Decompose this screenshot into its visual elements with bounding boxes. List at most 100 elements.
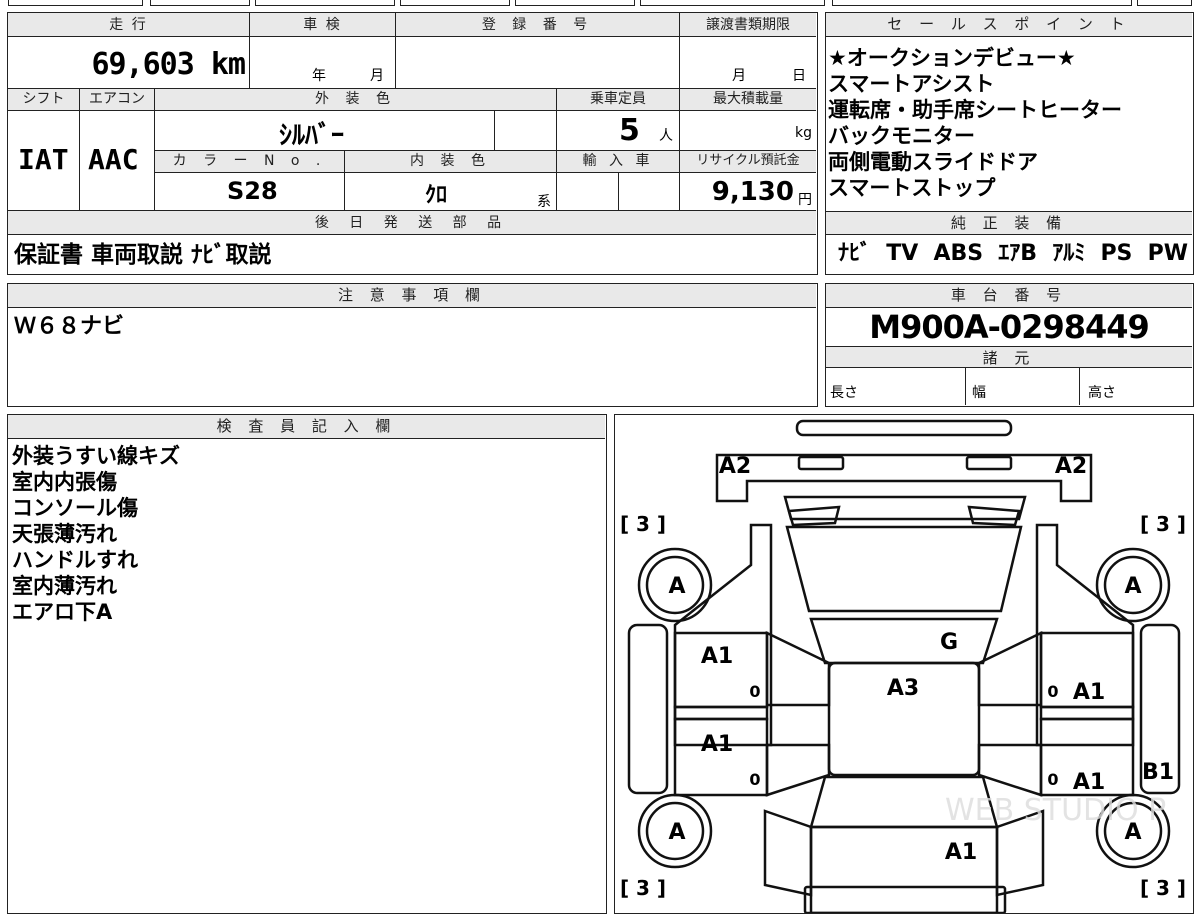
inspector-note-item: 天張薄汚れ [12, 522, 117, 546]
max-load-cell: kg [680, 111, 816, 151]
mark-front-left-corner: A2 [719, 454, 751, 479]
shift-cell: IAT [8, 111, 80, 211]
sales-point-item: 運転席・助手席シートヒーター [828, 98, 1122, 122]
mark-windshield: G [940, 630, 958, 655]
aircon-cell: AAC [80, 111, 155, 211]
sales-points-panel: セ ー ル ス ポ イ ン ト ★オークションデビュー★ スマートアシスト 運転席・… [825, 12, 1194, 275]
top-strip-cell [515, 0, 635, 6]
transfer-month: 月 [732, 68, 746, 84]
car-diagram: A2 A2A AA AGA3A1A1A1A1 B1A10000[ 3 ][ 3 ][ 3… [620, 419, 1186, 915]
equipment-item: ABS [933, 241, 984, 266]
vehicle-info-table: 走 行 車 検 登 録 番 号 譲渡書類期限 69,603 km 年 月 月 日… [7, 12, 818, 275]
recycle-cell: 9,130 円 [680, 173, 816, 211]
sales-points-list: ★オークションデビュー★ スマートアシスト 運転席・助手席シートヒーター バックモニタ… [828, 45, 1122, 201]
watermark: WEB STUDIO P [945, 793, 1166, 828]
notes-panel: 注 意 事 項 欄 Ｗ６８ナビ [7, 283, 818, 407]
damage-diagram-panel: A2 A2 A A A A G A3 A1 A1 A1 A1 B1 A1 0 0 0 0[ 3 ][ 3 ][ 3… [614, 414, 1194, 915]
spec-height-cell: 高さ [1080, 368, 1192, 405]
mark-rear-left-wheel: A [668, 820, 685, 845]
spec-length-label: 長さ [830, 385, 858, 401]
registration-label: 登 録 番 号 [396, 13, 680, 37]
top-strip-cell [400, 0, 510, 6]
spec-width-label: 幅 [972, 385, 986, 401]
color-no-label: カ ラ ー N o . [155, 151, 345, 173]
equipment-item: TV [886, 241, 919, 266]
exterior-color-value: ｼﾙﾊﾞｰ [279, 121, 345, 151]
transfer-deadline-cell: 月 日 [680, 37, 816, 89]
chassis-label: 車 台 番 号 [826, 284, 1192, 308]
notes-label: 注 意 事 項 欄 [8, 284, 816, 308]
sales-point-item: 両側電動スライドドア [828, 150, 1038, 174]
sales-points-label: セ ー ル ス ポ イ ン ト [826, 13, 1192, 37]
top-strip-cell [8, 0, 143, 6]
equipment-list: ﾅﾋﾞ TV ABS ｴｱB ｱﾙﾐ PS PW [838, 241, 1188, 267]
inspector-panel: 検 査 員 記 入 欄 外装うすい線キズ 室内内張傷 コンソール傷 天張薄汚れ ハンドル… [7, 414, 607, 914]
color-no-cell: S28 [155, 173, 345, 211]
mileage-value: 69,603 km [91, 47, 246, 82]
inspector-note-item: 室内内張傷 [12, 470, 117, 494]
bracket-3-front-left: [ 3 ] [620, 512, 666, 536]
zero-mark: 0 [749, 682, 760, 701]
interior-color-suffix: 系 [537, 194, 551, 210]
exterior-color-extra-cell [495, 111, 557, 151]
top-strip-cell [1137, 0, 1192, 6]
chassis-number: M900A-0298449 [869, 308, 1150, 346]
spec-width-cell: 幅 [966, 368, 1080, 405]
notes-value: Ｗ６８ナビ [14, 314, 125, 339]
inspector-notes-list: 外装うすい線キズ 室内内張傷 コンソール傷 天張薄汚れ ハンドルすれ 室内薄汚れ エアロ下A [12, 443, 180, 625]
mileage-cell: 69,603 km [8, 37, 250, 89]
max-load-unit: kg [795, 125, 812, 141]
exterior-color-label: 外 装 色 [155, 89, 557, 111]
exterior-color-cell: ｼﾙﾊﾞｰ [155, 111, 495, 151]
aircon-value: AAC [88, 143, 139, 176]
inspection-month: 月 [370, 68, 384, 84]
recycle-unit: 円 [798, 192, 812, 208]
inspection-cell: 年 月 [250, 37, 396, 89]
transfer-deadline-label: 譲渡書類期限 [680, 13, 816, 37]
top-strip-cell [150, 0, 250, 6]
sales-point-item: スマートストップ [828, 176, 996, 200]
max-load-label: 最大積載量 [680, 89, 816, 111]
recycle-label: リサイクル預託金 [680, 151, 816, 173]
mark-left-front-door: A1 [701, 644, 733, 669]
inspection-year: 年 [312, 68, 326, 84]
mark-left-rear-door: A1 [701, 732, 733, 757]
import-cell-b [619, 173, 680, 211]
damage-marks: A2 A2A AA AGA3A1A1A1A1 B1A10000[ 3 ][ 3 ][ 3… [620, 454, 1186, 900]
bracket-3-rear-left: [ 3 ] [620, 876, 666, 900]
equipment-label: 純 正 装 備 [826, 211, 1192, 235]
mark-front-right-corner: A2 [1055, 454, 1087, 479]
mileage-label: 走 行 [8, 13, 250, 37]
equipment-item: PW [1147, 241, 1188, 266]
sales-point-item: バックモニター [828, 124, 975, 148]
interior-color-cell: ｸﾛ 系 [345, 173, 557, 211]
inspector-note-item: 室内薄汚れ [12, 574, 117, 598]
mark-front-right-wheel: A [1124, 574, 1141, 599]
interior-color-value: ｸﾛ [425, 183, 448, 208]
inspector-note-item: ハンドルすれ [12, 548, 138, 572]
zero-mark: 0 [1047, 770, 1058, 789]
inspector-note-item: コンソール傷 [12, 496, 138, 520]
transfer-day: 日 [792, 68, 806, 84]
equipment-item: ﾅﾋﾞ [838, 241, 872, 266]
inspector-note-item: 外装うすい線キズ [12, 444, 180, 468]
capacity-label: 乗車定員 [557, 89, 680, 111]
capacity-unit: 人 [659, 128, 673, 144]
later-parts-label: 後 日 発 送 部 品 [8, 211, 816, 235]
sales-point-item: スマートアシスト [828, 72, 995, 96]
import-cell-a [557, 173, 619, 211]
recycle-value: 9,130 [711, 177, 794, 207]
spec-length-cell: 長さ [826, 368, 966, 405]
sales-point-item: ★オークションデビュー★ [828, 46, 1076, 70]
mark-roof: A3 [887, 676, 919, 701]
equipment-item: ｱﾙﾐ [1052, 241, 1086, 266]
inspector-label: 検 査 員 記 入 欄 [8, 415, 605, 439]
interior-color-label: 内 装 色 [345, 151, 557, 173]
mark-right-front-door: A1 [1073, 680, 1105, 705]
mark-rear-hatch: A1 [945, 840, 977, 865]
mark-front-left-wheel: A [668, 574, 685, 599]
later-parts-value: 保証書 車両取説 ﾅﾋﾞ取説 [14, 242, 272, 268]
top-strip-cell [640, 0, 825, 6]
inspection-label: 車 検 [250, 13, 396, 37]
spec-label: 諸 元 [826, 346, 1192, 368]
